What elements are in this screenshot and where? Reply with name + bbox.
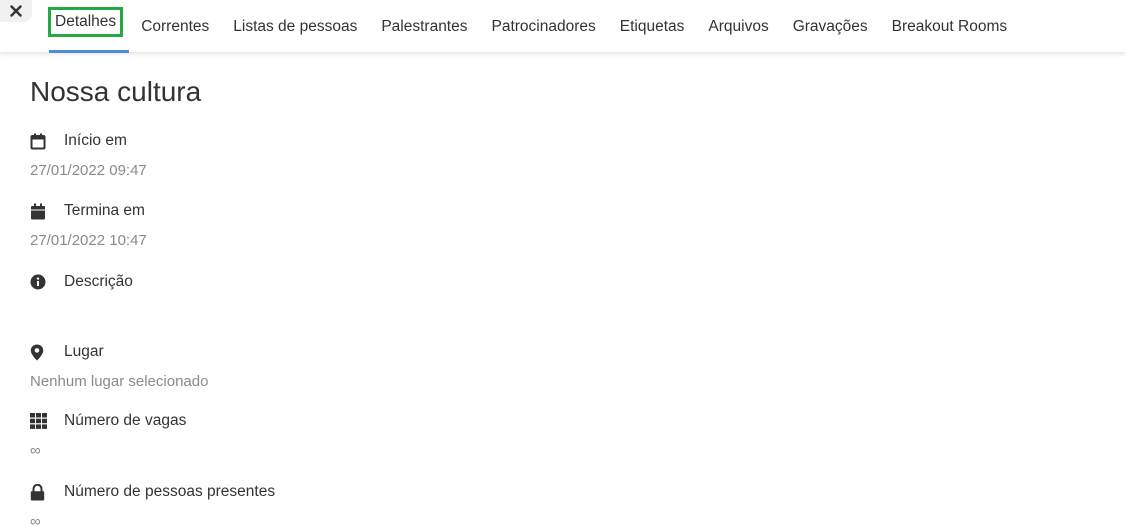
field-slots-value: ∞ xyxy=(30,442,41,459)
close-button[interactable] xyxy=(0,0,32,22)
event-details-panel: Nossa cultura Início em 27/01/2022 09:47 xyxy=(30,75,1110,530)
map-pin-icon xyxy=(30,344,64,361)
field-slots: Número de vagas ∞ xyxy=(30,411,730,461)
tab-label: Etiquetas xyxy=(619,17,685,35)
field-attendees-value: ∞ xyxy=(30,513,41,530)
field-attendees: Número de pessoas presentes ∞ xyxy=(30,482,730,532)
tab-arquivos[interactable]: Arquivos xyxy=(696,0,780,53)
close-icon xyxy=(10,5,22,17)
field-start: Início em 27/01/2022 09:47 xyxy=(30,131,730,181)
field-slots-label: Número de vagas xyxy=(64,412,187,429)
field-start-label: Início em xyxy=(64,132,127,149)
calendar-outline-icon xyxy=(30,133,64,150)
page-title: Nossa cultura xyxy=(30,76,202,107)
top-navigation-bar: Detalhes Correntes Listas de pessoas Pal… xyxy=(0,0,1126,53)
tab-label: Patrocinadores xyxy=(491,17,596,35)
tab-label: Arquivos xyxy=(708,17,769,35)
tab-correntes[interactable]: Correntes xyxy=(129,0,221,53)
field-place-label: Lugar xyxy=(64,343,104,360)
tab-detalhes[interactable]: Detalhes xyxy=(43,0,130,53)
field-description-label: Descrição xyxy=(64,273,133,290)
field-place: Lugar Nenhum lugar selecionado xyxy=(30,342,730,392)
field-start-value: 27/01/2022 09:47 xyxy=(30,162,147,179)
field-end-value: 27/01/2022 10:47 xyxy=(30,232,147,249)
tab-label: Listas de pessoas xyxy=(233,17,358,35)
info-circle-icon xyxy=(30,274,64,290)
tab-listas-de-pessoas[interactable]: Listas de pessoas xyxy=(221,0,369,53)
tab-label: Detalhes xyxy=(48,7,124,37)
tab-etiquetas[interactable]: Etiquetas xyxy=(608,0,697,53)
tab-gravacoes[interactable]: Gravações xyxy=(781,0,880,53)
tab-label: Palestrantes xyxy=(381,17,468,35)
field-description: Descrição xyxy=(30,272,730,322)
tab-palestrantes[interactable]: Palestrantes xyxy=(369,0,479,53)
tab-label: Breakout Rooms xyxy=(891,17,1008,35)
field-description-value xyxy=(30,302,730,322)
tab-label: Correntes xyxy=(141,17,210,35)
lock-icon xyxy=(30,483,64,501)
field-end: Termina em 27/01/2022 10:47 xyxy=(30,201,730,251)
tab-breakout-rooms[interactable]: Breakout Rooms xyxy=(880,0,1019,53)
tab-bar: Detalhes Correntes Listas de pessoas Pal… xyxy=(43,0,1019,53)
field-place-value: Nenhum lugar selecionado xyxy=(30,373,209,390)
field-attendees-label: Número de pessoas presentes xyxy=(64,483,276,500)
grid-icon xyxy=(30,413,64,429)
tab-label: Gravações xyxy=(792,17,868,35)
field-end-label: Termina em xyxy=(64,202,145,219)
calendar-filled-icon xyxy=(30,203,64,220)
tab-patrocinadores[interactable]: Patrocinadores xyxy=(480,0,608,53)
